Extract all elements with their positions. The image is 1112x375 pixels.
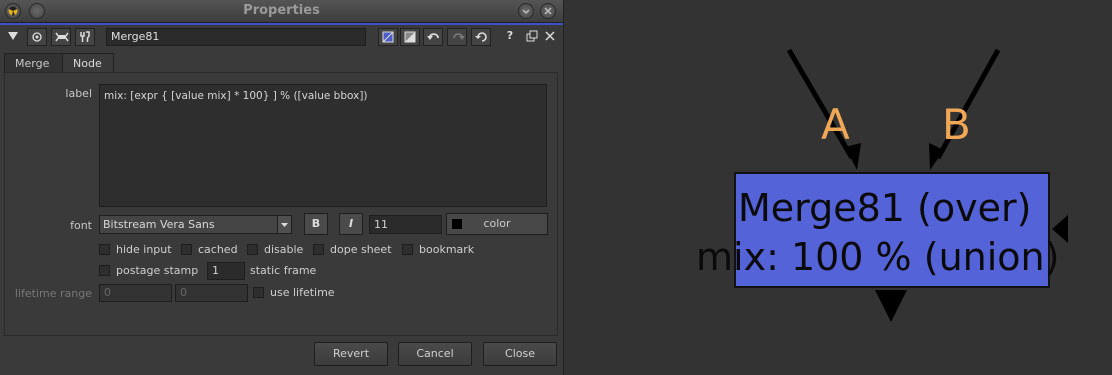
viewer-toggle-icon[interactable]: [27, 28, 47, 46]
cached-checkbox[interactable]: [181, 244, 192, 255]
accent-line: [0, 23, 563, 25]
font-value: Bitstream Vera Sans: [103, 218, 215, 231]
font-size-field[interactable]: 11: [369, 215, 442, 234]
font-dropdown[interactable]: Bitstream Vera Sans: [99, 215, 292, 234]
cancel-button[interactable]: Cancel: [398, 342, 472, 366]
revert-icon[interactable]: [471, 28, 491, 46]
lifetime-end-field[interactable]: 0: [175, 284, 248, 302]
redo-icon[interactable]: [447, 28, 467, 46]
label-textarea[interactable]: mix: [expr { [value mix] * 100} ] % ([va…: [99, 84, 547, 207]
close-panel-icon[interactable]: [541, 28, 561, 46]
tile-color-icon[interactable]: [400, 28, 420, 46]
revert-button[interactable]: Revert: [314, 342, 388, 366]
bookmark-label: bookmark: [419, 243, 475, 256]
static-frame-label: static frame: [250, 264, 317, 277]
undo-icon[interactable]: [423, 28, 443, 46]
cached-label: cached: [198, 243, 238, 256]
node-label: mix: 100 % (union): [696, 235, 1060, 279]
dope-sheet-label: dope sheet: [330, 243, 392, 256]
label-field-label: label: [65, 87, 92, 100]
bold-button[interactable]: B: [304, 213, 328, 235]
float-panel-icon[interactable]: [523, 28, 543, 46]
node-title: Merge81 (over): [738, 186, 1032, 230]
minimize-button[interactable]: [518, 3, 534, 19]
italic-button[interactable]: I: [339, 213, 363, 235]
use-lifetime-label: use lifetime: [270, 286, 335, 299]
bookmark-checkbox[interactable]: [402, 244, 413, 255]
static-frame-field[interactable]: 1: [207, 262, 245, 280]
input-b-label: B: [942, 100, 971, 149]
tab-node[interactable]: Node: [62, 53, 114, 73]
close-window-button[interactable]: [540, 3, 556, 19]
window-title: Properties: [243, 3, 320, 18]
lifetime-range-label: lifetime range: [14, 287, 92, 300]
node-color-icon[interactable]: [378, 28, 398, 46]
postage-stamp-checkbox[interactable]: [99, 265, 110, 276]
collapse-triangle-icon[interactable]: [4, 28, 24, 46]
node-name-field[interactable]: Merge81: [106, 28, 366, 46]
disable-checkbox[interactable]: [247, 244, 258, 255]
font-color-button[interactable]: color: [446, 213, 548, 235]
postage-stamp-label: postage stamp: [116, 264, 199, 277]
lifetime-start-field[interactable]: 0: [99, 284, 172, 302]
color-button-label: color: [483, 217, 511, 230]
tab-merge[interactable]: Merge: [4, 53, 63, 73]
input-a-label: A: [821, 100, 850, 149]
properties-panel: Properties Merge81 ? Merge Node label mi…: [0, 0, 564, 375]
node-graph-icon[interactable]: [51, 28, 71, 46]
dope-sheet-checkbox[interactable]: [313, 244, 324, 255]
title-bar: Properties: [0, 0, 563, 23]
output-arrow[interactable]: [875, 290, 907, 322]
disable-label: disable: [264, 243, 304, 256]
chevron-down-icon: [277, 216, 291, 233]
use-lifetime-checkbox[interactable]: [253, 287, 264, 298]
help-icon[interactable]: ?: [500, 28, 520, 46]
font-label: font: [70, 219, 92, 232]
wrench-icon[interactable]: [75, 28, 95, 46]
hide-input-checkbox[interactable]: [99, 244, 110, 255]
hide-input-label: hide input: [116, 243, 172, 256]
properties-toolbar: Merge81 ?: [0, 26, 563, 50]
close-button[interactable]: Close: [483, 342, 557, 366]
